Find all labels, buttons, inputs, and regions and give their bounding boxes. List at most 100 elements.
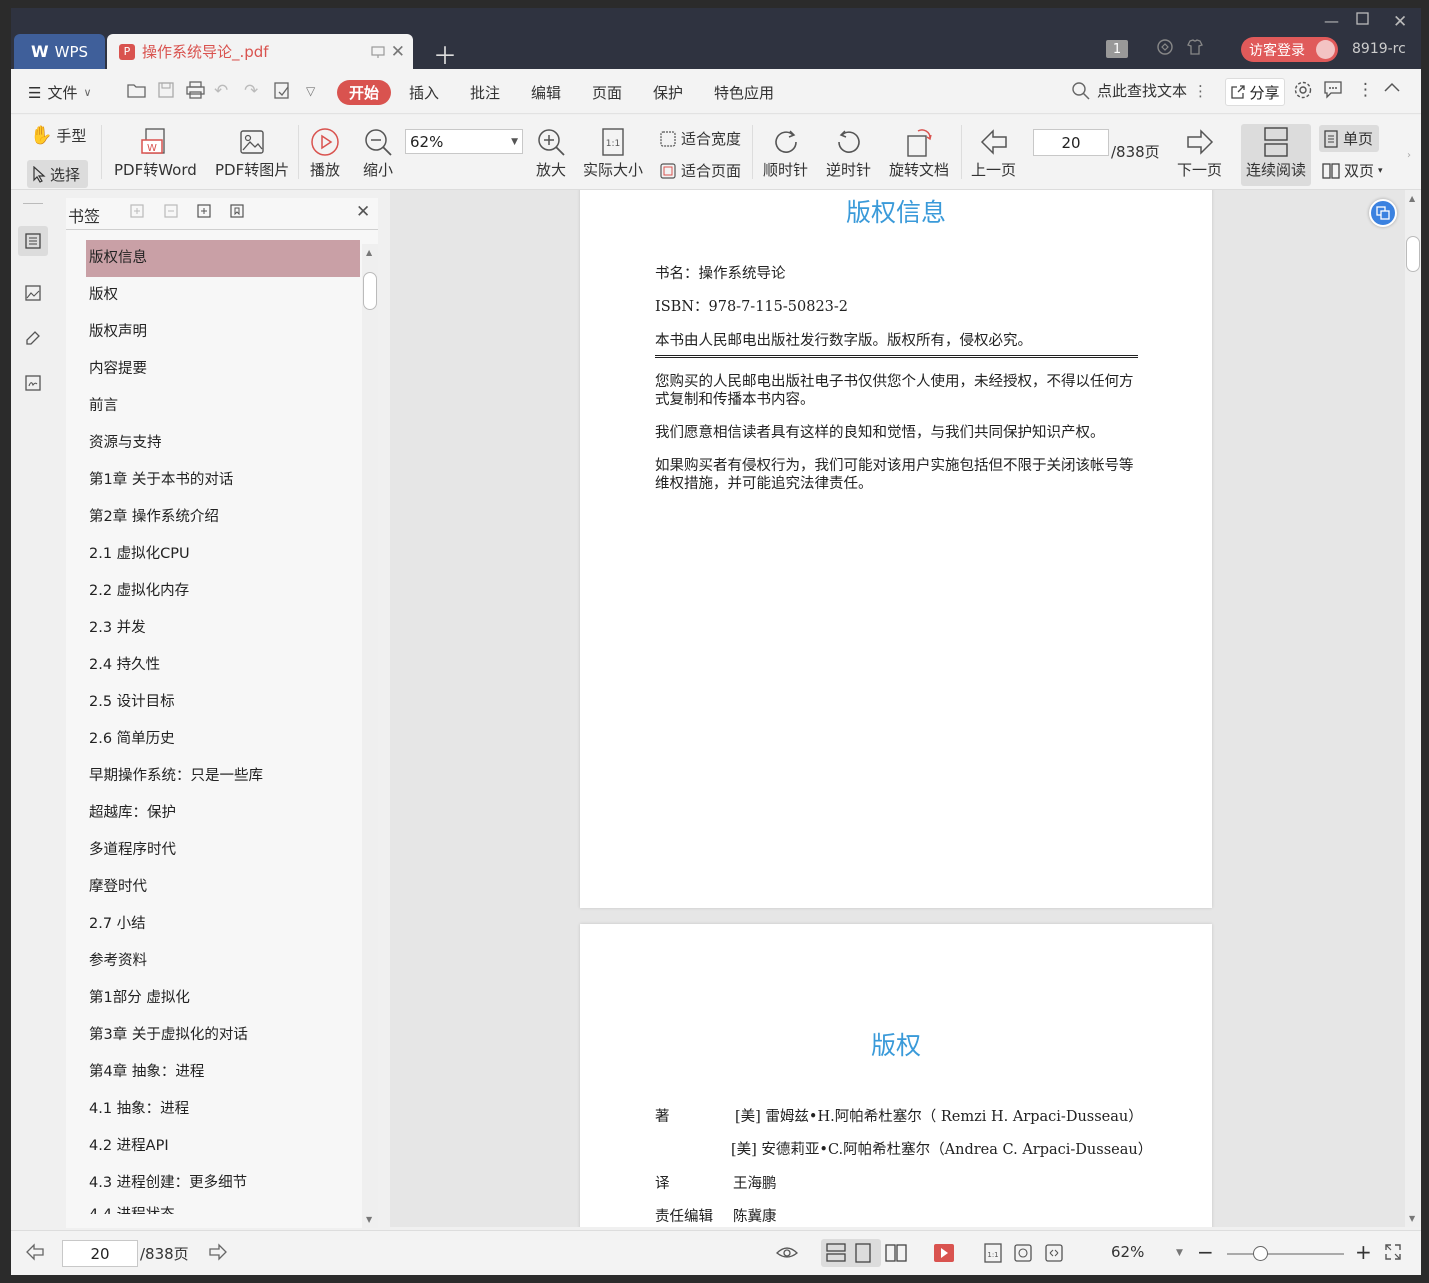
floating-tool-button[interactable]: [1369, 199, 1397, 227]
bookmark-item[interactable]: 内容提要: [86, 351, 360, 388]
open-icon[interactable]: [127, 81, 147, 99]
scroll-up-icon[interactable]: ▲: [366, 248, 372, 257]
slideshow-play-icon[interactable]: [933, 1243, 955, 1263]
double-view-icon[interactable]: [885, 1243, 907, 1263]
hand-tool-button[interactable]: ✋ 手型: [30, 125, 86, 146]
minimize-icon[interactable]: —: [1324, 12, 1339, 30]
add-bookmark-icon[interactable]: [196, 203, 212, 219]
wps-home-tab[interactable]: W WPS: [14, 34, 105, 69]
document-tab[interactable]: P 操作系统导论_.pdf ✕: [107, 34, 413, 69]
rotate-clockwise-button[interactable]: 顺时针: [763, 125, 808, 180]
more-options-icon[interactable]: ⋮: [1357, 80, 1374, 100]
pin-tab-icon[interactable]: [371, 45, 385, 59]
sync-icon[interactable]: [1156, 38, 1174, 56]
bookmark-item[interactable]: 多道程序时代: [86, 832, 360, 869]
close-panel-icon[interactable]: ✕: [356, 202, 370, 222]
bookmark-scroll-thumb[interactable]: [363, 272, 377, 310]
eye-protection-icon[interactable]: [776, 1243, 798, 1261]
tab-page[interactable]: 页面: [592, 82, 622, 103]
bookmark-item[interactable]: 超越库：保护: [86, 795, 360, 832]
tab-protect[interactable]: 保护: [653, 82, 683, 103]
fullscreen-icon[interactable]: [1384, 1243, 1402, 1261]
scroll-down-icon[interactable]: ▼: [366, 1215, 372, 1224]
bookmark-item[interactable]: 版权信息: [86, 240, 360, 277]
rail-drag-handle[interactable]: [23, 203, 43, 204]
single-view-icon[interactable]: [853, 1243, 873, 1263]
signature-icon[interactable]: [18, 368, 48, 398]
continuous-reading-button[interactable]: 连续阅读: [1241, 124, 1311, 186]
bookmark-item[interactable]: 第4章 抽象：进程: [86, 1054, 360, 1091]
bookmark-item[interactable]: 2.5 设计目标: [86, 684, 360, 721]
zoom-slider-track[interactable]: [1227, 1253, 1344, 1255]
new-tab-icon[interactable]: ＋: [433, 36, 457, 71]
save-icon[interactable]: [157, 81, 175, 99]
collapse-ribbon-icon[interactable]: [1383, 81, 1401, 93]
bookmark-item[interactable]: 资源与支持: [86, 425, 360, 462]
fit-width-button[interactable]: 适合宽度: [659, 128, 741, 149]
single-page-button[interactable]: 单页: [1319, 125, 1379, 152]
fit-page-status-icon[interactable]: [1013, 1243, 1033, 1263]
tab-edit[interactable]: 编辑: [531, 82, 561, 103]
previous-page-button[interactable]: 上一页: [971, 125, 1016, 180]
status-prev-page-icon[interactable]: [25, 1243, 45, 1261]
bookmark-item[interactable]: 2.1 虚拟化CPU: [86, 536, 360, 573]
bookmark-item[interactable]: 2.3 并发: [86, 610, 360, 647]
find-text-search[interactable]: 点此查找文本 ⋮: [1071, 80, 1208, 101]
bookmark-scrollbar[interactable]: ▲ ▼: [362, 244, 378, 1228]
tab-insert[interactable]: 插入: [409, 82, 439, 103]
fit-page-button[interactable]: 适合页面: [659, 160, 741, 181]
settings-gear-icon[interactable]: [1293, 80, 1313, 100]
status-page-input[interactable]: 20: [62, 1240, 138, 1267]
bookmark-item[interactable]: 第3章 关于虚拟化的对话: [86, 1017, 360, 1054]
bookmark-item[interactable]: 参考资料: [86, 943, 360, 980]
status-next-page-icon[interactable]: [208, 1243, 228, 1261]
tab-special-apps[interactable]: 特色应用: [714, 82, 774, 103]
zoom-dropdown-icon[interactable]: ▼: [1176, 1248, 1183, 1258]
zoom-minus-icon[interactable]: −: [1197, 1240, 1214, 1264]
pdf-to-image-button[interactable]: PDF转图片: [215, 125, 289, 180]
share-button[interactable]: 分享: [1225, 78, 1285, 106]
guest-login-button[interactable]: 访客登录: [1241, 37, 1338, 62]
bookmark-item[interactable]: 摩登时代: [86, 869, 360, 906]
continuous-view-icon[interactable]: [825, 1243, 847, 1263]
bookmark-item[interactable]: 早期操作系统：只是一些库: [86, 758, 360, 795]
expand-all-icon[interactable]: [129, 203, 145, 219]
actual-size-status-icon[interactable]: 1:1: [983, 1243, 1003, 1263]
actual-size-button[interactable]: 1:1 实际大小: [583, 125, 643, 180]
export-icon[interactable]: [273, 81, 292, 100]
skin-icon[interactable]: [1186, 38, 1204, 56]
tab-annotate[interactable]: 批注: [470, 82, 500, 103]
zoom-out-button[interactable]: 缩小: [363, 125, 393, 180]
document-scrollbar[interactable]: ▲ ▼: [1405, 190, 1421, 1227]
bookmark-item[interactable]: 2.4 持久性: [86, 647, 360, 684]
maximize-icon[interactable]: [1356, 12, 1369, 25]
next-page-button[interactable]: 下一页: [1177, 125, 1222, 180]
zoom-in-button[interactable]: 放大: [536, 125, 566, 180]
fit-width-status-icon[interactable]: [1044, 1243, 1064, 1263]
undo-icon[interactable]: ↶: [214, 81, 228, 101]
zoom-level-select[interactable]: 62% ▼: [405, 129, 523, 154]
pdf-to-word-button[interactable]: W PDF转Word: [114, 125, 197, 180]
print-icon[interactable]: [186, 81, 205, 99]
document-scroll-thumb[interactable]: [1406, 236, 1420, 272]
expand-toolbar-icon[interactable]: ›: [1407, 150, 1411, 161]
file-menu[interactable]: ☰ 文件 ∨: [28, 82, 92, 103]
zoom-plus-icon[interactable]: +: [1355, 1240, 1372, 1264]
bookmark-item[interactable]: 2.2 虚拟化内存: [86, 573, 360, 610]
bookmark-item[interactable]: 版权声明: [86, 314, 360, 351]
bookmark-tag-icon[interactable]: [229, 203, 245, 219]
bookmark-item[interactable]: 2.7 小结: [86, 906, 360, 943]
bookmark-item[interactable]: 版权: [86, 277, 360, 314]
redo-icon[interactable]: ↷: [244, 81, 258, 101]
rotate-document-button[interactable]: 旋转文档: [889, 125, 949, 180]
bookmark-item[interactable]: 4.3 进程创建：更多细节: [86, 1165, 360, 1202]
close-tab-icon[interactable]: ✕: [391, 42, 405, 62]
bookmark-list-icon[interactable]: [18, 226, 48, 256]
tab-start[interactable]: 开始: [337, 80, 391, 105]
document-viewport[interactable]: 版权信息 书名：操作系统导论 ISBN：978-7-115-50823-2 本书…: [390, 190, 1405, 1227]
bookmark-item[interactable]: 前言: [86, 388, 360, 425]
bookmark-item[interactable]: 第1部分 虚拟化: [86, 980, 360, 1017]
more-quick-access-icon[interactable]: ▽: [306, 84, 315, 98]
zoom-slider-knob[interactable]: [1253, 1246, 1268, 1261]
close-window-icon[interactable]: ✕: [1393, 12, 1407, 32]
